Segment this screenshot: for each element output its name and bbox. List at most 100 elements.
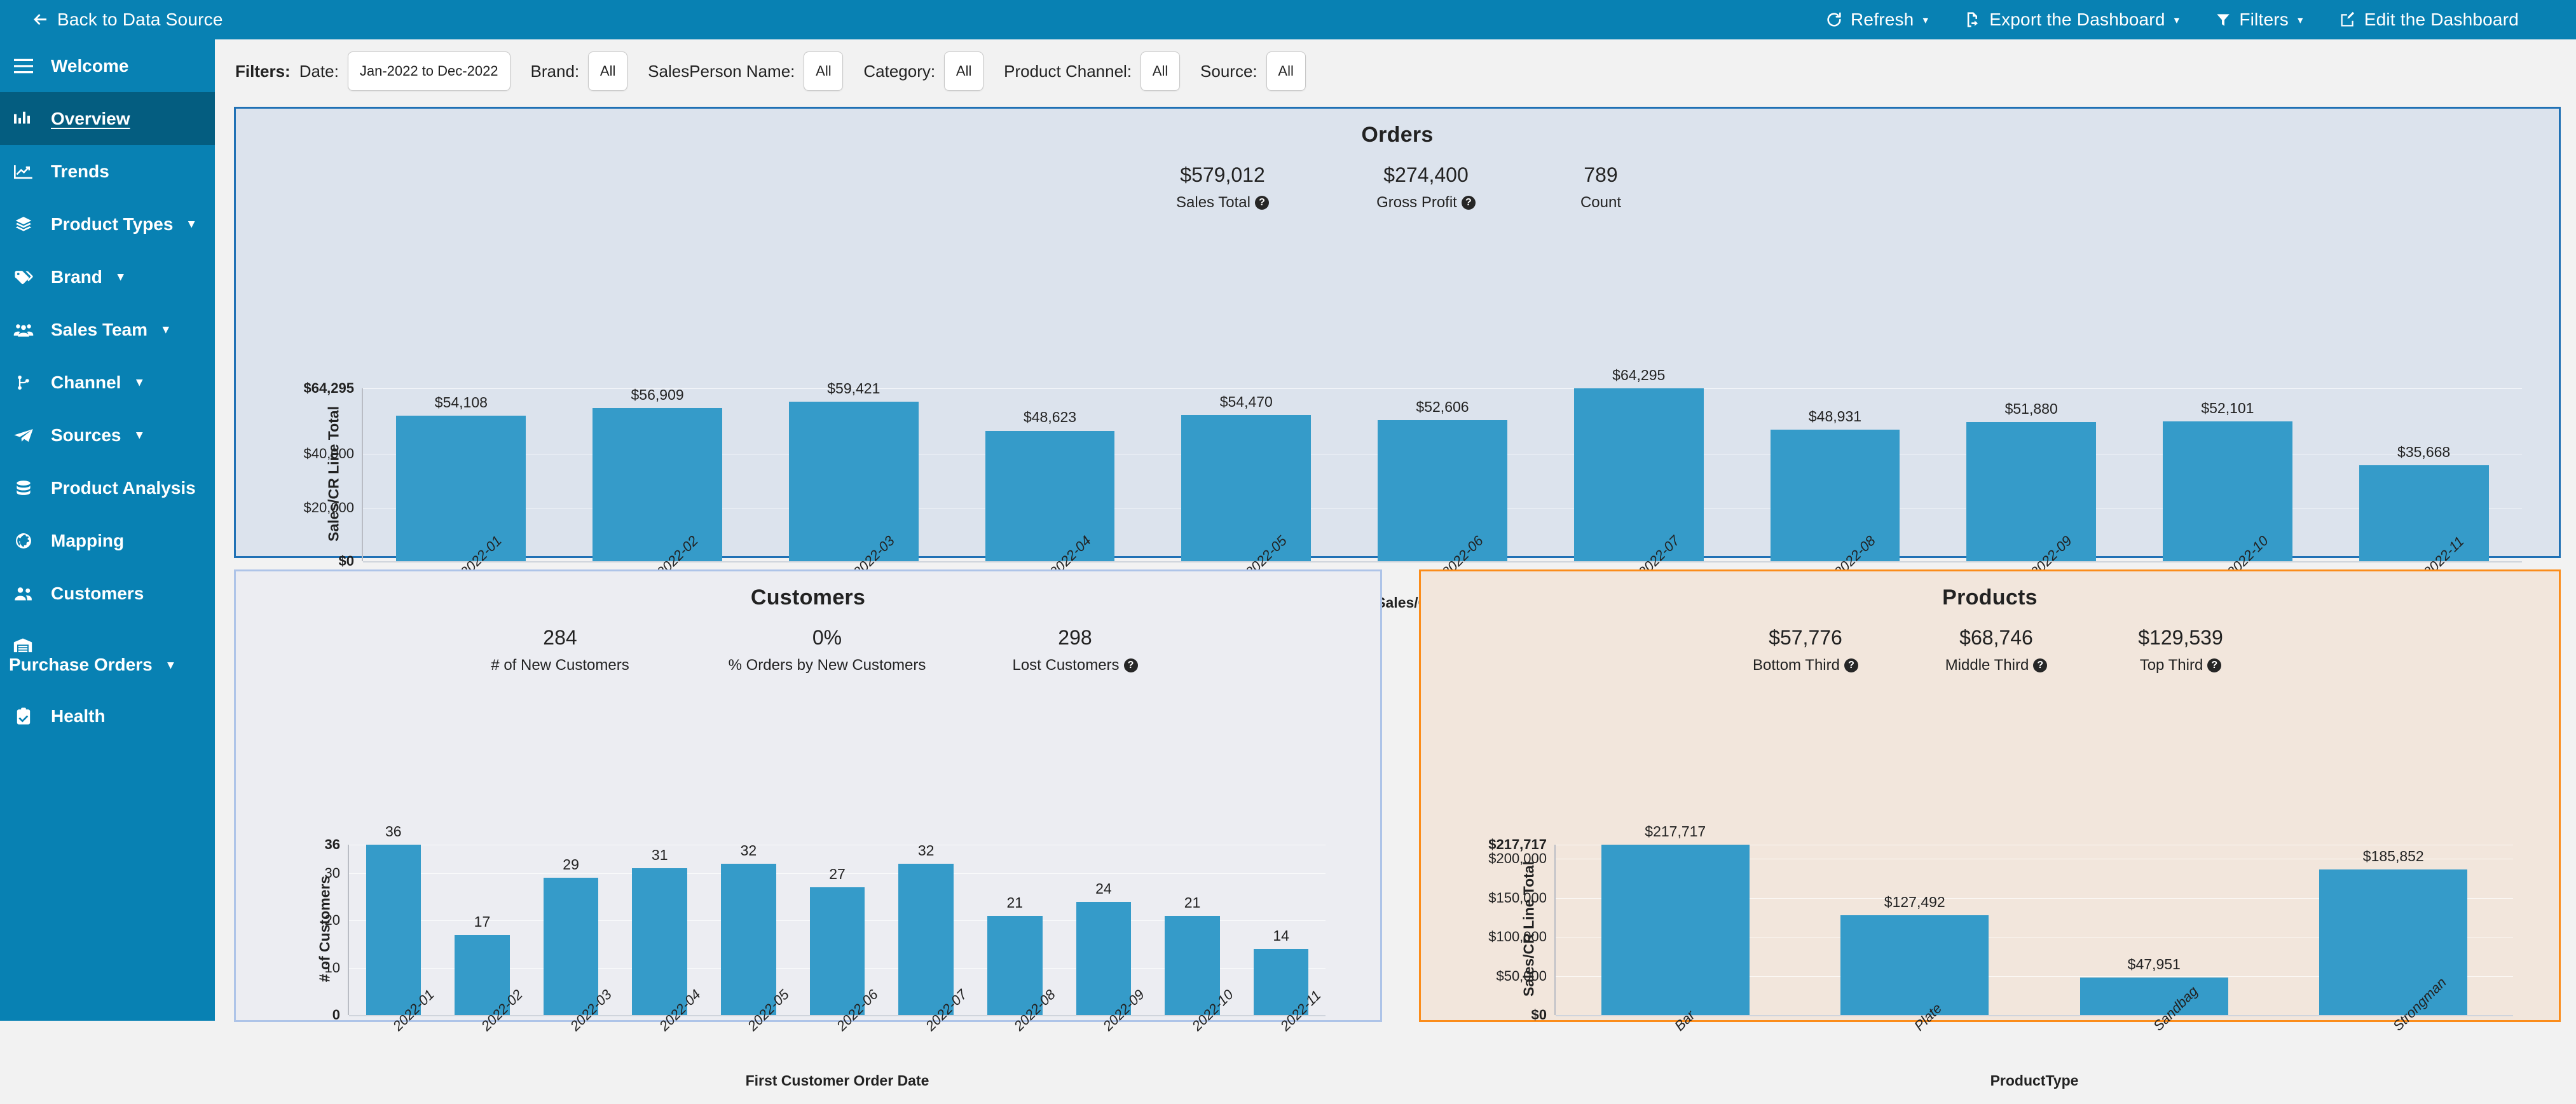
y-axis-tick: $0 — [1531, 1007, 1547, 1023]
bar[interactable] — [1573, 388, 1704, 562]
bar[interactable] — [809, 887, 865, 1016]
sidebar-item-product-analysis[interactable]: Product Analysis — [0, 461, 215, 514]
sidebar-item-overview[interactable]: Overview — [0, 92, 215, 145]
database-icon — [9, 480, 38, 496]
sidebar-item-trends[interactable]: Trends — [0, 145, 215, 198]
bar[interactable] — [1076, 901, 1132, 1016]
bar[interactable] — [1601, 845, 1750, 1016]
sidebar-item-channel[interactable]: Channel ▾ — [0, 356, 215, 409]
sidebar-item-label: Brand — [51, 266, 102, 287]
bar-value-label: 29 — [563, 856, 579, 873]
kpi-value: 789 — [1584, 163, 1618, 186]
help-icon[interactable]: ? — [1461, 196, 1476, 210]
sidebar-item-label: Customers — [51, 583, 144, 603]
category-filter-value[interactable]: All — [944, 51, 984, 91]
filters-button[interactable]: Filters ▾ — [2215, 10, 2338, 30]
sidebar-item-sources[interactable]: Sources ▾ — [0, 409, 215, 461]
hamburger-icon[interactable] — [9, 58, 38, 74]
bar[interactable] — [2079, 978, 2228, 1016]
top-bar-left: Back to Data Source — [0, 10, 280, 30]
kpi-label: Middle Third ? — [1901, 657, 2092, 674]
sidebar-item-purchase-orders[interactable]: Purchase Orders ▾ — [0, 620, 215, 690]
products-bar-chart: Sales/CR Line Total $0 $50,000 $100,000 $150… — [1421, 819, 2559, 1104]
bar[interactable] — [985, 430, 1115, 562]
sidebar-item-mapping[interactable]: Mapping — [0, 514, 215, 567]
kpi-value: $57,776 — [1769, 626, 1842, 649]
bar-value-label: 21 — [1184, 894, 1201, 911]
salesperson-filter-value[interactable]: All — [804, 51, 844, 91]
bar-value-label: $56,909 — [631, 386, 684, 404]
help-icon[interactable]: ? — [1123, 658, 1138, 673]
date-filter-label: Date: — [299, 61, 339, 81]
bar[interactable] — [788, 401, 919, 562]
bar[interactable] — [632, 868, 687, 1016]
brand-filter-value[interactable]: All — [588, 51, 628, 91]
bar[interactable] — [1966, 421, 2097, 562]
source-filter-value[interactable]: All — [1266, 51, 1306, 91]
bar-value-label: $47,951 — [2127, 956, 2181, 973]
clipboard-check-icon — [9, 707, 38, 725]
bar[interactable] — [543, 878, 599, 1016]
products-kpi-top-third: $129,539 Top Third ? — [2092, 626, 2270, 674]
people-group-icon — [9, 322, 38, 338]
bar[interactable] — [366, 845, 421, 1016]
refresh-button[interactable]: Refresh ▾ — [1825, 10, 1964, 30]
bar[interactable] — [2319, 869, 2468, 1016]
brand-filter-label: Brand: — [530, 61, 580, 81]
sidebar-item-label: Sales Team — [51, 319, 148, 339]
kpi-label: Top Third ? — [2092, 657, 2270, 674]
edit-dashboard-button[interactable]: Edit the Dashboard — [2339, 10, 2576, 30]
sidebar-item-customers[interactable]: Customers — [0, 567, 215, 620]
chevron-down-icon: ▾ — [1922, 13, 1929, 26]
export-dashboard-button[interactable]: Export the Dashboard ▾ — [1964, 10, 2215, 30]
sidebar-item-welcome[interactable]: Welcome — [0, 39, 215, 92]
help-icon[interactable]: ? — [1844, 658, 1858, 673]
bar[interactable] — [1840, 915, 1989, 1016]
bar[interactable] — [2163, 421, 2292, 562]
y-axis-tick: $20,000 — [303, 499, 354, 515]
help-icon[interactable]: ? — [1254, 196, 1269, 210]
products-panel-title: Products — [1942, 585, 2038, 610]
product-channel-filter-value[interactable]: All — [1141, 51, 1181, 91]
funnel-icon — [2215, 11, 2231, 28]
y-axis-line — [362, 388, 363, 562]
products-kpi-middle-third: $68,746 Middle Third ? — [1901, 626, 2092, 674]
back-to-data-source-button[interactable]: Back to Data Source — [31, 10, 280, 30]
y-axis-tick: 20 — [324, 912, 340, 929]
kpi-label-text: % Orders by New Customers — [728, 657, 926, 674]
kpi-label-text: Lost Customers — [1012, 657, 1120, 674]
y-axis-tick: $100,000 — [1488, 929, 1547, 945]
edit-dashboard-label: Edit the Dashboard — [2364, 10, 2519, 29]
kpi-label-text: # of New Customers — [491, 657, 629, 674]
tag-icon — [9, 269, 38, 285]
sidebar-item-health[interactable]: Health — [0, 690, 215, 742]
bar[interactable] — [1378, 419, 1507, 562]
date-filter-value[interactable]: Jan-2022 to Dec-2022 — [347, 51, 510, 91]
bar[interactable] — [1770, 430, 1900, 562]
bar-value-label: $48,623 — [1023, 409, 1077, 426]
bar[interactable] — [593, 408, 722, 562]
bar[interactable] — [898, 863, 954, 1016]
sidebar-item-product-types[interactable]: Product Types ▾ — [0, 198, 215, 250]
sidebar-item-brand[interactable]: Brand ▾ — [0, 250, 215, 303]
orders-kpi-sales-total: $579,012 Sales Total ? — [1118, 163, 1327, 212]
bar[interactable] — [2359, 465, 2489, 562]
bar[interactable] — [396, 416, 526, 562]
sidebar-item-label: Sources — [51, 425, 121, 445]
category-filter-label: Category: — [863, 61, 936, 81]
bar[interactable] — [721, 863, 776, 1016]
sidebar-item-label: Product Types — [51, 214, 174, 234]
sidebar-item-sales-team[interactable]: Sales Team ▾ — [0, 303, 215, 356]
kpi-value: $129,539 — [2138, 626, 2223, 649]
products-kpis: $57,776 Bottom Third ? $68,746 Middle Th… — [1421, 626, 2559, 674]
y-axis-tick: $50,000 — [1496, 967, 1547, 984]
help-icon[interactable]: ? — [2033, 658, 2048, 673]
y-axis-tick: 10 — [324, 959, 340, 976]
help-icon[interactable]: ? — [2207, 658, 2222, 673]
products-panel: Products $57,776 Bottom Third ? $68,746 … — [1419, 569, 2561, 1089]
bar[interactable] — [1181, 414, 1312, 562]
y-axis-tick: 36 — [324, 836, 340, 853]
line-chart-icon — [9, 163, 38, 180]
kpi-label: Sales Total ? — [1118, 194, 1327, 212]
products-kpi-bottom-third: $57,776 Bottom Third ? — [1710, 626, 1901, 674]
